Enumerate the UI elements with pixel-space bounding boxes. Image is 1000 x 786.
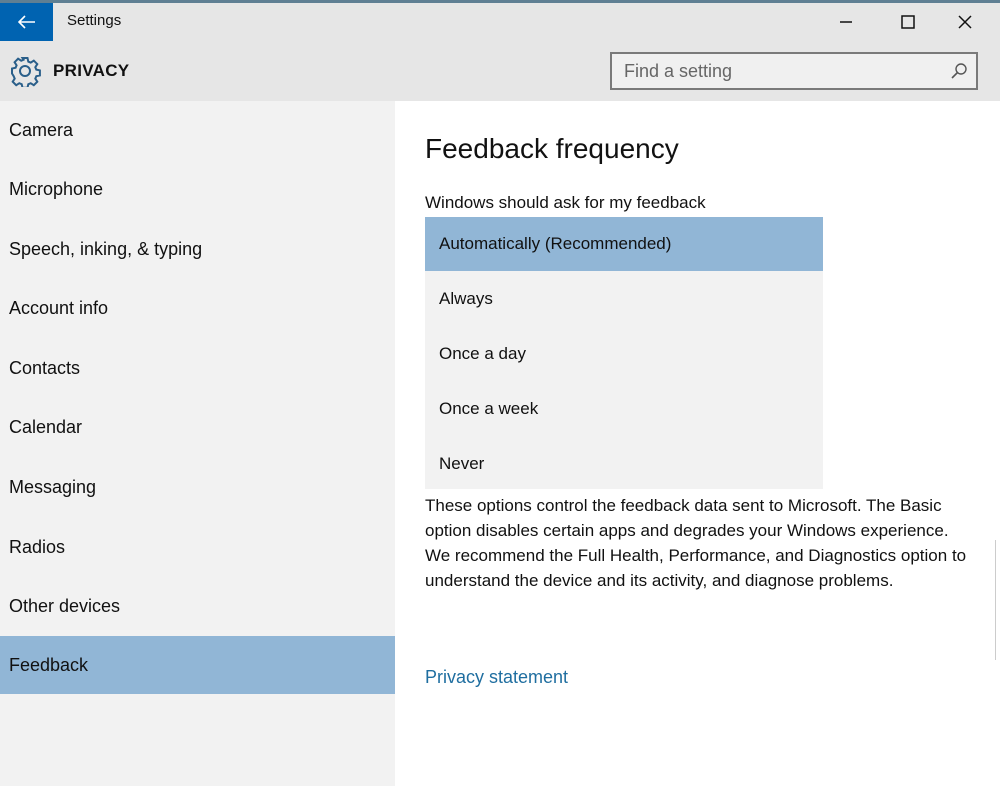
gear-icon <box>11 57 41 87</box>
title-bar: Settings <box>0 3 1000 41</box>
dropdown-option-once-a-day[interactable]: Once a day <box>425 326 823 381</box>
sidebar-item-label: Feedback <box>9 654 89 675</box>
feedback-description: These options control the feedback data … <box>425 496 967 590</box>
sidebar-nav: Camera Microphone Speech, inking, & typi… <box>0 101 395 786</box>
search-icon[interactable] <box>950 62 968 80</box>
main-content: Feedback frequency Windows should ask fo… <box>395 101 1000 786</box>
minimize-button[interactable] <box>818 3 874 41</box>
sidebar-item-label: Camera <box>9 119 74 140</box>
option-label: Once a week <box>439 398 539 418</box>
back-button[interactable] <box>0 3 53 41</box>
sidebar-item-camera[interactable]: Camera <box>0 101 395 159</box>
sidebar-item-label: Messaging <box>9 476 97 497</box>
sidebar-item-label: Calendar <box>9 416 83 437</box>
sidebar-item-contacts[interactable]: Contacts <box>0 339 395 397</box>
sidebar-item-label: Speech, inking, & typing <box>9 238 203 259</box>
dropdown-option-once-a-week[interactable]: Once a week <box>425 381 823 436</box>
sidebar-item-microphone[interactable]: Microphone <box>0 160 395 218</box>
dropdown-option-automatically[interactable]: Automatically (Recommended) <box>425 217 823 271</box>
privacy-statement-link[interactable]: Privacy statement <box>425 667 568 688</box>
option-label: Always <box>439 288 493 308</box>
sidebar-item-label: Radios <box>9 536 66 557</box>
sidebar-item-messaging[interactable]: Messaging <box>0 458 395 516</box>
close-button[interactable] <box>937 3 993 41</box>
sidebar-item-label: Microphone <box>9 178 104 199</box>
feedback-frequency-dropdown[interactable]: Automatically (Recommended) Always Once … <box>425 217 823 489</box>
option-label: Never <box>439 453 485 473</box>
search-input[interactable] <box>612 54 942 88</box>
sidebar-item-speech-inking-typing[interactable]: Speech, inking, & typing <box>0 220 395 278</box>
sidebar-item-label: Account info <box>9 297 109 318</box>
option-label: Once a day <box>439 343 526 363</box>
maximize-icon <box>901 15 915 29</box>
sidebar-item-feedback[interactable]: Feedback <box>0 636 395 694</box>
dropdown-option-always[interactable]: Always <box>425 271 823 326</box>
dropdown-option-never[interactable]: Never <box>425 436 823 491</box>
window-title: Settings <box>67 12 122 29</box>
page-title: PRIVACY <box>53 61 130 80</box>
option-label: Automatically (Recommended) <box>439 234 672 253</box>
sidebar-item-label: Contacts <box>9 357 81 378</box>
sidebar-item-radios[interactable]: Radios <box>0 518 395 576</box>
close-icon <box>958 15 972 29</box>
minimize-icon <box>840 21 852 23</box>
dropdown-label: Windows should ask for my feedback <box>425 193 706 212</box>
section-title: Feedback frequency <box>425 133 679 164</box>
sidebar-item-label: Other devices <box>9 595 121 616</box>
sidebar-item-other-devices[interactable]: Other devices <box>0 577 395 635</box>
maximize-button[interactable] <box>880 3 936 41</box>
sidebar-item-calendar[interactable]: Calendar <box>0 398 395 456</box>
sidebar-item-account-info[interactable]: Account info <box>0 279 395 337</box>
arrow-left-icon <box>17 15 35 29</box>
settings-window: Settings PRIVACY Camera Micropho <box>0 0 1000 786</box>
search-box[interactable] <box>610 52 978 90</box>
background-window-edge <box>995 540 996 660</box>
page-header: PRIVACY <box>0 41 1000 101</box>
